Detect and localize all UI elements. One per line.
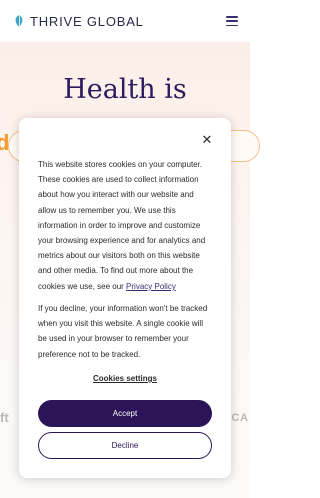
decline-button[interactable]: Decline	[38, 432, 212, 459]
hero-accent-fragment: d	[0, 130, 10, 155]
cookie-description-text: This website stores cookies on your comp…	[38, 160, 206, 291]
hamburger-menu-icon[interactable]	[226, 16, 238, 26]
accept-button[interactable]: Accept	[38, 400, 212, 427]
thrive-leaf-icon	[15, 14, 23, 28]
cookies-settings-link[interactable]: Cookies settings	[19, 374, 231, 383]
faded-logo-right: ICA	[228, 412, 249, 424]
decline-explanation: If you decline, your information won't b…	[38, 304, 208, 359]
brand-logo[interactable]: THRIVE GLOBAL	[12, 14, 144, 29]
cookie-description: This website stores cookies on your comp…	[38, 157, 214, 294]
faded-logo-left: ft	[0, 410, 9, 425]
hero-title: Health is	[63, 74, 187, 105]
privacy-policy-link[interactable]: Privacy Policy	[126, 282, 176, 291]
site-header: THRIVE GLOBAL	[0, 0, 250, 42]
brand-name: THRIVE GLOBAL	[30, 13, 144, 29]
close-icon[interactable]: ✕	[200, 133, 214, 147]
cookie-consent-dialog: ✕ This website stores cookies on your co…	[19, 118, 231, 478]
